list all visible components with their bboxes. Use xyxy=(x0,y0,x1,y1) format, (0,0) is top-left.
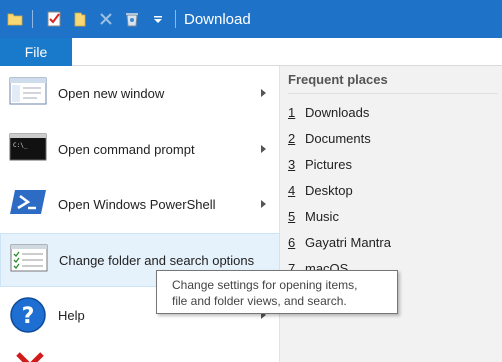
frequent-places-panel: Frequent places 1 Downloads 2 Documents … xyxy=(280,66,502,362)
new-window-icon xyxy=(9,77,49,109)
command-prompt-icon: C:\_ xyxy=(9,133,49,165)
place-number: 5 xyxy=(288,208,296,224)
new-folder-icon[interactable] xyxy=(69,8,91,30)
file-tab[interactable]: File xyxy=(0,38,72,66)
menu-item-label: Open new window xyxy=(58,85,165,101)
window-title: Download xyxy=(184,10,251,28)
recycle-bin-icon[interactable] xyxy=(121,8,143,30)
close-icon[interactable] xyxy=(10,352,50,362)
customize-toolbar-icon[interactable] xyxy=(147,8,169,30)
chevron-right-icon xyxy=(261,145,266,153)
menu-item-label: Change folder and search options xyxy=(59,252,255,268)
tooltip-line: file and folder views, and search. xyxy=(172,294,347,308)
place-number: 6 xyxy=(288,234,296,250)
help-icon: ? xyxy=(9,297,49,333)
place-label: Pictures xyxy=(305,156,352,172)
place-number: 2 xyxy=(288,130,296,146)
tooltip: Change settings for opening items, file … xyxy=(156,270,398,314)
frequent-place-item[interactable]: 4 Desktop xyxy=(288,180,353,200)
menu-item-open-command-prompt[interactable]: C:\_ Open command prompt xyxy=(0,122,280,176)
menu-item-label: Open Windows PowerShell xyxy=(58,196,216,212)
chevron-right-icon xyxy=(261,89,266,97)
frequent-place-item[interactable]: 6 Gayatri Mantra xyxy=(288,232,391,252)
tooltip-line: Change settings for opening items, xyxy=(172,278,358,292)
place-label: Desktop xyxy=(305,182,353,198)
menu-item-open-new-window[interactable]: Open new window xyxy=(0,66,280,120)
frequent-places-header: Frequent places xyxy=(288,72,388,87)
frequent-place-item[interactable]: 1 Downloads xyxy=(288,102,369,122)
menu-item-label: Open command prompt xyxy=(58,141,195,157)
svg-text:?: ? xyxy=(22,304,35,329)
divider xyxy=(288,93,498,94)
folder-icon[interactable] xyxy=(4,8,26,30)
frequent-place-item[interactable]: 2 Documents xyxy=(288,128,371,148)
toolbar-separator xyxy=(175,10,176,28)
powershell-icon xyxy=(9,188,49,220)
place-label: Documents xyxy=(305,130,371,146)
place-number: 4 xyxy=(288,182,296,198)
folder-options-icon xyxy=(10,244,50,276)
delete-icon[interactable] xyxy=(95,8,117,30)
file-menu: Open new window C:\_ Open command prompt… xyxy=(0,66,280,362)
svg-text:C:\_: C:\_ xyxy=(13,142,28,149)
frequent-place-item[interactable]: 5 Music xyxy=(288,206,339,226)
frequent-place-item[interactable]: 3 Pictures xyxy=(288,154,352,174)
ribbon: File xyxy=(0,38,502,66)
properties-icon[interactable] xyxy=(43,8,65,30)
place-number: 1 xyxy=(288,104,296,120)
chevron-right-icon xyxy=(261,200,266,208)
toolbar-separator xyxy=(32,10,33,28)
place-label: Music xyxy=(305,208,339,224)
place-number: 3 xyxy=(288,156,296,172)
place-label: Downloads xyxy=(305,104,370,120)
menu-item-open-powershell[interactable]: Open Windows PowerShell xyxy=(0,177,280,231)
place-label: Gayatri Mantra xyxy=(305,234,391,250)
title-bar: Download xyxy=(0,0,502,38)
